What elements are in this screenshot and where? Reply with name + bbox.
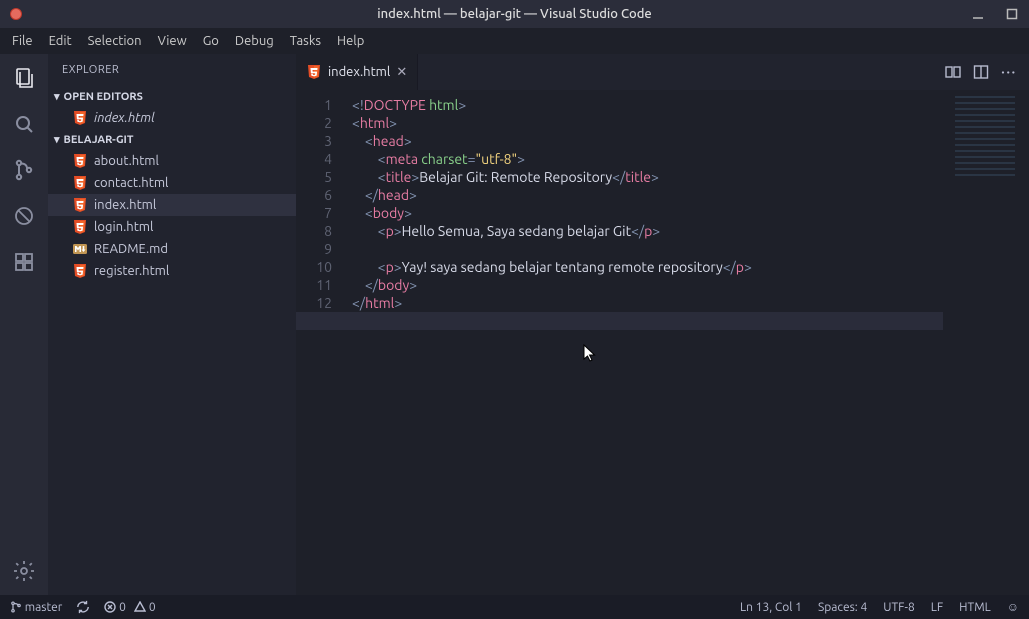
html-file-icon — [72, 153, 88, 169]
file-name: about.html — [94, 154, 159, 168]
search-icon[interactable] — [10, 110, 38, 138]
file-name: index.html — [94, 111, 155, 125]
html-file-icon — [72, 175, 88, 191]
html-file-icon — [72, 219, 88, 235]
split-editor-icon[interactable] — [973, 64, 989, 80]
editor-group: index.html ✕ ··· 12345678910111213 <!DOC… — [296, 54, 1029, 595]
titlebar: index.html — belajar-git — Visual Studio… — [0, 0, 1029, 28]
file-item[interactable]: register.html — [48, 260, 296, 282]
tab-index-html[interactable]: index.html ✕ — [296, 54, 418, 90]
menu-view[interactable]: View — [150, 34, 195, 48]
file-item[interactable]: login.html — [48, 216, 296, 238]
window-close-button[interactable] — [10, 8, 22, 20]
source-control-icon[interactable] — [10, 156, 38, 184]
extensions-icon[interactable] — [10, 248, 38, 276]
markdown-file-icon — [72, 241, 88, 257]
window-minimize-button[interactable] — [971, 7, 985, 21]
debug-icon[interactable] — [10, 202, 38, 230]
code-lines[interactable]: <!DOCTYPE html><html> <head> <meta chars… — [344, 90, 1029, 595]
explorer-sidebar: EXPLORER ▾ OPEN EDITORS index.html ▾ BEL… — [48, 54, 296, 595]
indent-setting[interactable]: Spaces: 4 — [818, 601, 867, 614]
html-file-icon — [306, 64, 322, 80]
project-label: BELAJAR-GIT — [64, 134, 134, 146]
file-name: register.html — [94, 264, 169, 278]
open-editors-label: OPEN EDITORS — [64, 91, 143, 103]
html-file-icon — [72, 110, 88, 126]
language-mode[interactable]: HTML — [959, 601, 991, 614]
tab-close-icon[interactable]: ✕ — [396, 65, 407, 80]
status-bar: master 0 0 Ln 13, Col 1 Spaces: 4 UTF-8 … — [0, 595, 1029, 619]
html-file-icon — [72, 197, 88, 213]
file-name: contact.html — [94, 176, 168, 190]
feedback-smiley-icon[interactable]: ☺ — [1007, 600, 1019, 614]
menu-debug[interactable]: Debug — [227, 34, 282, 48]
open-editor-item[interactable]: index.html — [48, 107, 296, 129]
menu-edit[interactable]: Edit — [41, 34, 80, 48]
window-maximize-button[interactable] — [1005, 7, 1019, 21]
git-branch[interactable]: master — [10, 601, 62, 614]
file-name: README.md — [94, 242, 168, 256]
cursor-position[interactable]: Ln 13, Col 1 — [740, 601, 802, 614]
file-name: index.html — [94, 198, 156, 212]
menu-help[interactable]: Help — [329, 34, 372, 48]
more-actions-icon[interactable]: ··· — [1001, 65, 1017, 79]
menu-selection[interactable]: Selection — [80, 34, 150, 48]
file-item[interactable]: README.md — [48, 238, 296, 260]
tab-label: index.html — [328, 65, 390, 79]
file-name: login.html — [94, 220, 153, 234]
html-file-icon — [72, 263, 88, 279]
line-number-gutter: 12345678910111213 — [296, 90, 344, 595]
explorer-icon[interactable] — [10, 64, 38, 92]
menu-go[interactable]: Go — [195, 34, 227, 48]
problems[interactable]: 0 0 — [104, 601, 155, 614]
menubar: FileEditSelectionViewGoDebugTasksHelp — [0, 28, 1029, 54]
explorer-header: EXPLORER — [48, 54, 296, 86]
code-editor[interactable]: 12345678910111213 <!DOCTYPE html><html> … — [296, 90, 1029, 595]
file-item[interactable]: contact.html — [48, 172, 296, 194]
menu-tasks[interactable]: Tasks — [282, 34, 329, 48]
compare-changes-icon[interactable] — [945, 64, 961, 80]
open-editors-section[interactable]: ▾ OPEN EDITORS — [48, 86, 296, 107]
encoding[interactable]: UTF-8 — [883, 601, 914, 614]
file-item[interactable]: about.html — [48, 150, 296, 172]
project-section[interactable]: ▾ BELAJAR-GIT — [48, 129, 296, 150]
file-item[interactable]: index.html — [48, 194, 296, 216]
sync-icon[interactable] — [76, 600, 90, 614]
chevron-down-icon: ▾ — [54, 133, 60, 146]
tab-bar: index.html ✕ ··· — [296, 54, 1029, 90]
settings-gear-icon[interactable] — [10, 557, 38, 585]
chevron-down-icon: ▾ — [54, 90, 60, 103]
window-title: index.html — belajar-git — Visual Studio… — [377, 7, 651, 21]
minimap[interactable] — [955, 96, 1015, 176]
eol[interactable]: LF — [931, 601, 943, 614]
activity-bar — [0, 54, 48, 595]
menu-file[interactable]: File — [4, 34, 41, 48]
